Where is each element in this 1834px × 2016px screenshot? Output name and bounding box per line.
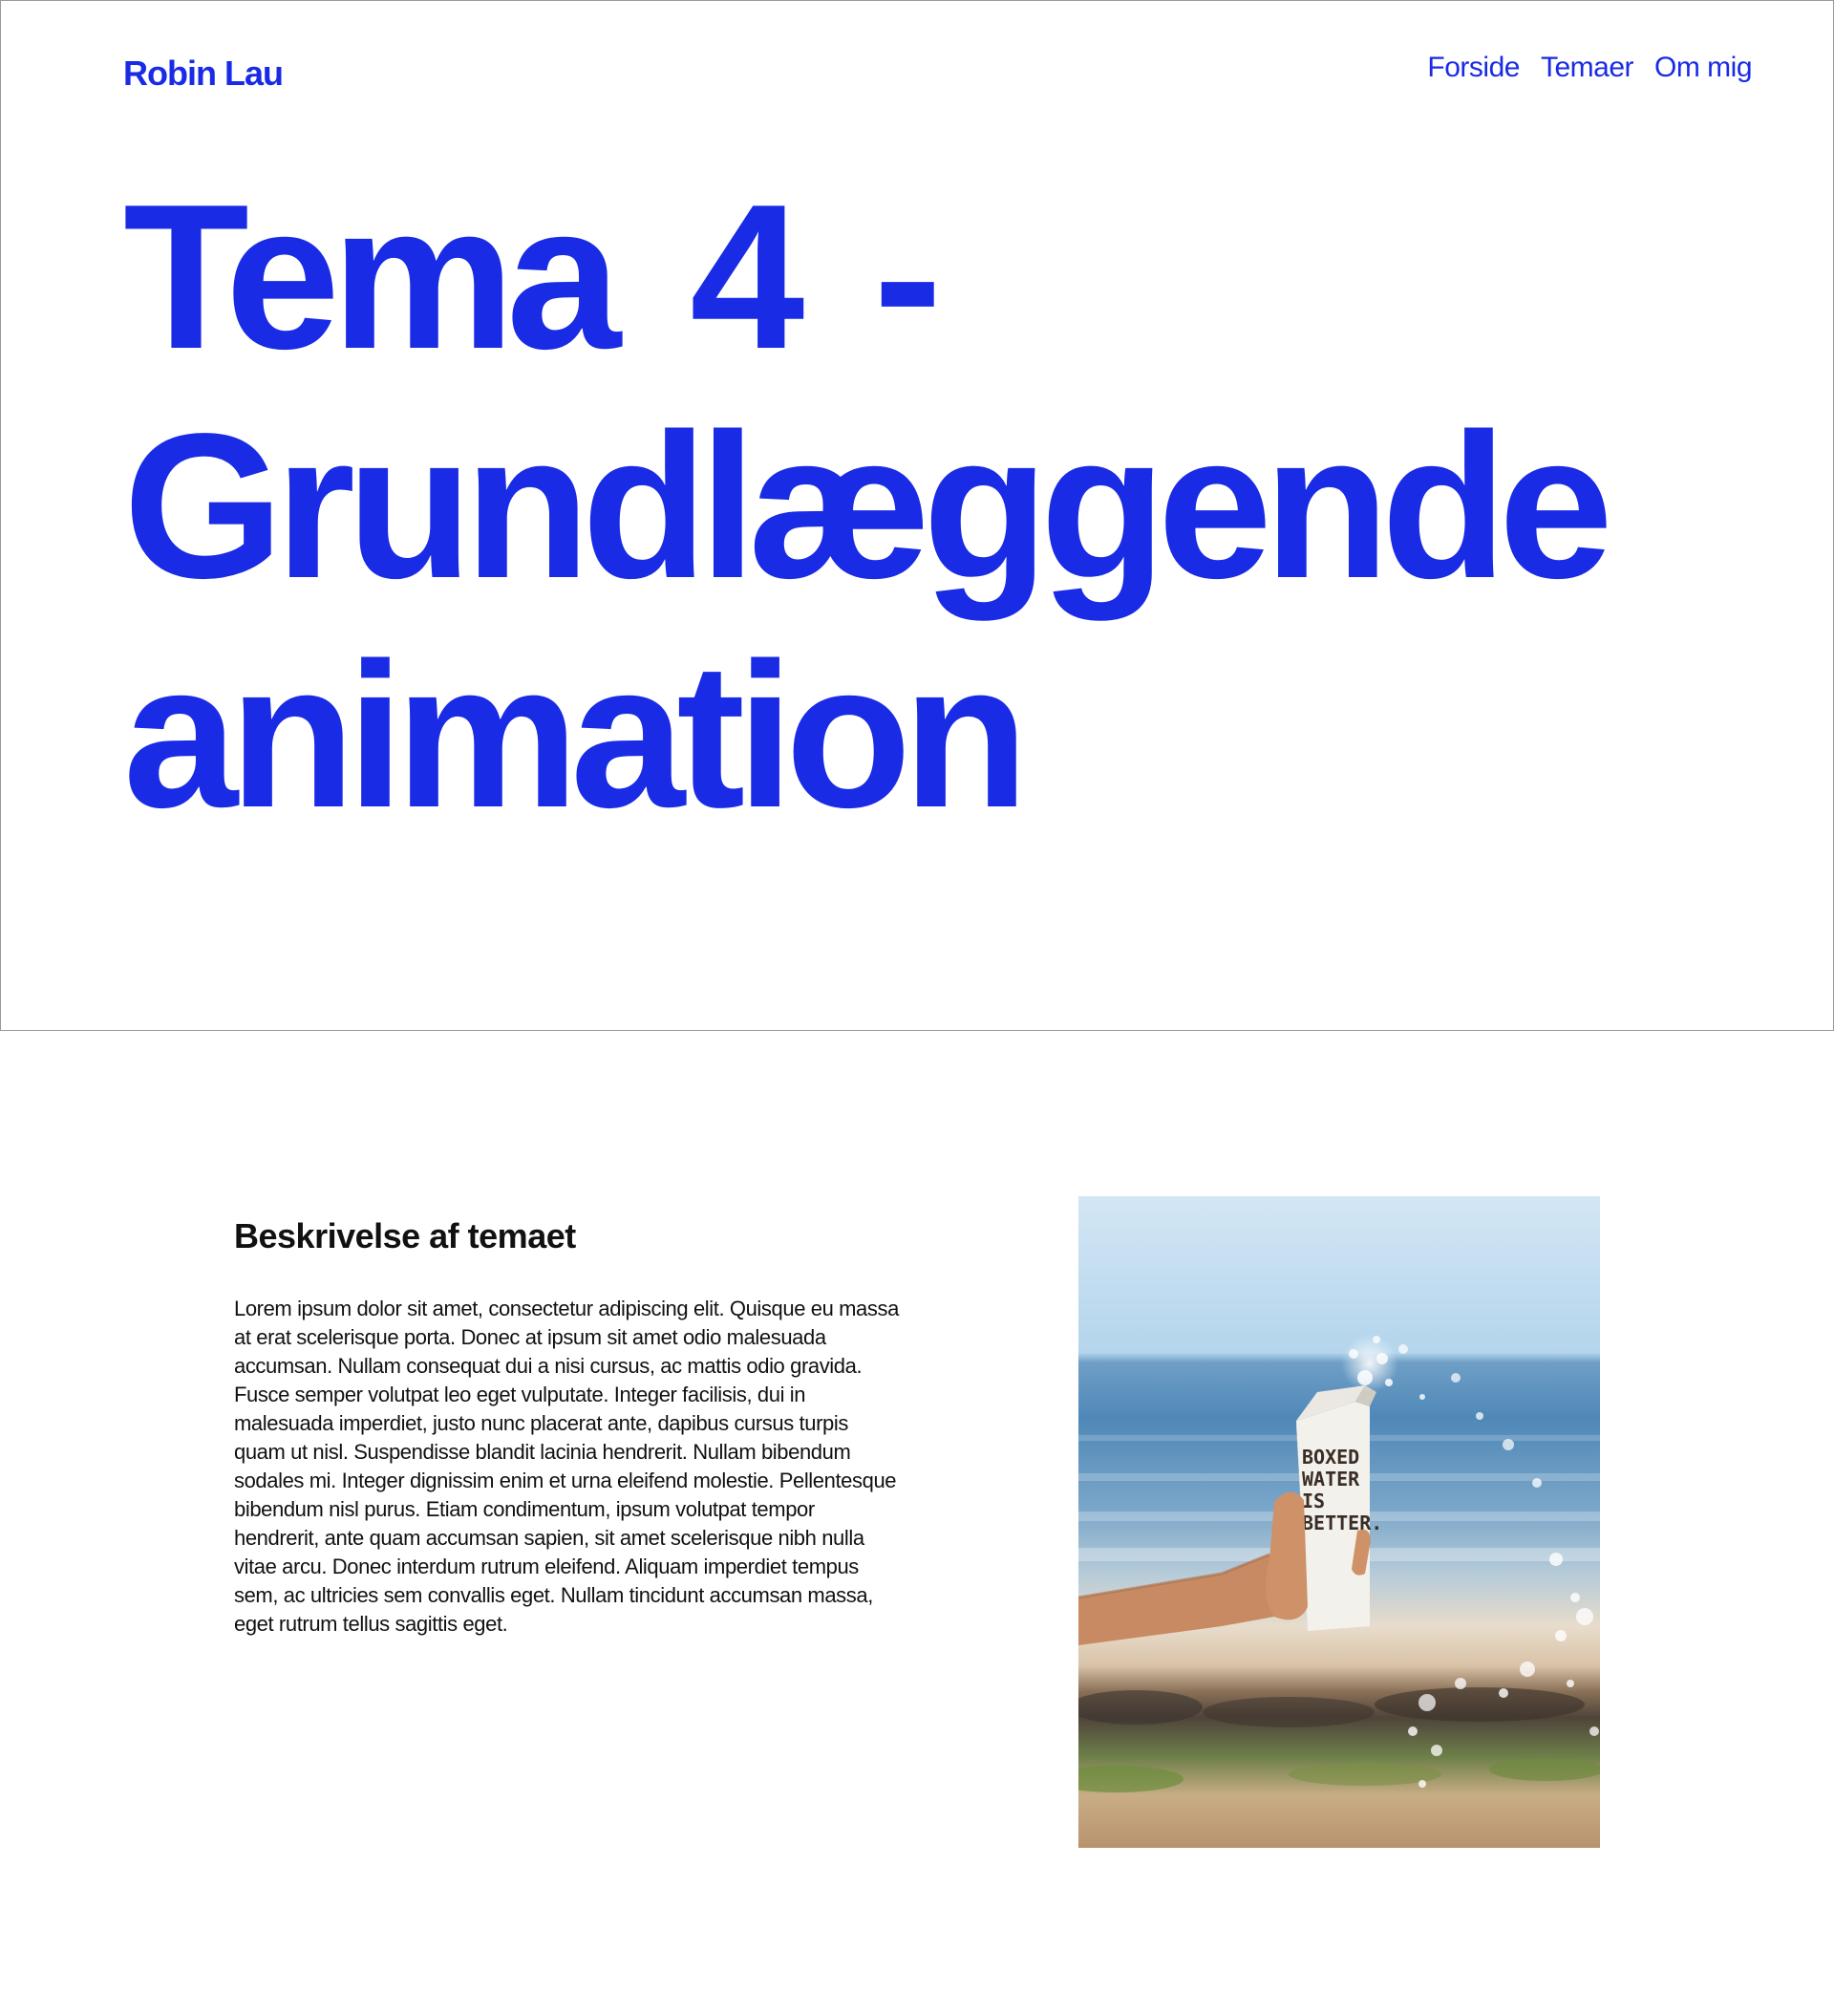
page-title-line-1: Tema 4 - bbox=[123, 161, 942, 392]
carton-text-line-1: BOXED bbox=[1302, 1446, 1359, 1469]
page-title-line-3: animation bbox=[123, 619, 1029, 850]
carton-text-line-4: BETTER. bbox=[1302, 1512, 1382, 1534]
nav-link-temaer[interactable]: Temaer bbox=[1541, 49, 1634, 87]
boxed-water-photo-illustration: BOXED WATER IS BETTER. bbox=[1078, 1335, 1600, 1792]
hero-section: Robin Lau Forside Temaer Om mig Tema 4 -… bbox=[0, 0, 1834, 1031]
carton-text-line-2: WATER bbox=[1302, 1468, 1360, 1491]
description-body: Lorem ipsum dolor sit amet, consectetur … bbox=[234, 1297, 899, 1636]
page-title: Tema 4 - Grundlæggende animation bbox=[123, 161, 1747, 849]
carton-text-line-3: IS bbox=[1302, 1490, 1325, 1512]
foreground-plants bbox=[1078, 1758, 1600, 1792]
boxed-water-carton: BOXED WATER IS BETTER. bbox=[1296, 1385, 1382, 1636]
description-heading: Beskrivelse af temaet bbox=[234, 1216, 576, 1255]
main-nav: Forside Temaer Om mig bbox=[1427, 49, 1752, 87]
page-title-line-2: Grundlæggende bbox=[123, 390, 1613, 621]
site-logo-link[interactable]: Robin Lau bbox=[123, 51, 284, 97]
shore-rocks bbox=[1078, 1687, 1585, 1727]
nav-link-om-mig[interactable]: Om mig bbox=[1654, 49, 1753, 87]
nav-link-forside[interactable]: Forside bbox=[1427, 49, 1520, 87]
theme-photo: BOXED WATER IS BETTER. bbox=[1078, 1196, 1600, 1848]
